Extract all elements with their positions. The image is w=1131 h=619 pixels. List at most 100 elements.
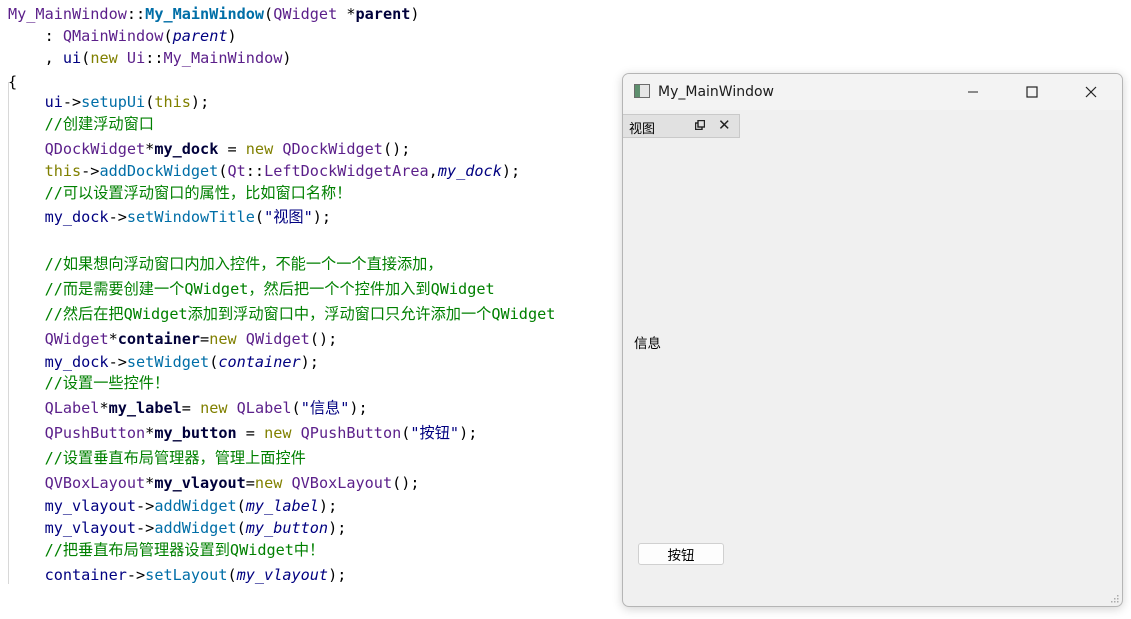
code-token: ); <box>190 93 210 111</box>
code-line: QLabel*my_label= new QLabel("信息"); <box>8 398 368 418</box>
code-token: my_label <box>245 497 319 515</box>
code-token: my_vlayout <box>236 566 329 584</box>
code-token: new <box>245 140 274 158</box>
code-token: my_dock <box>437 162 502 180</box>
code-line: : QMainWindow(parent) <box>8 26 237 46</box>
code-token: :: <box>145 49 164 67</box>
code-line: QWidget*container=new QWidget(); <box>8 329 338 349</box>
code-token: -> <box>108 208 127 226</box>
code-token: my_button <box>154 424 237 442</box>
close-button[interactable] <box>1062 74 1120 110</box>
code-token: my_button <box>245 519 329 537</box>
code-token: QPushButton <box>300 424 402 442</box>
code-token: ); <box>501 162 521 180</box>
code-token: ui <box>62 49 82 67</box>
code-token: ); <box>318 497 338 515</box>
code-token: //可以设置浮动窗口的属性，比如窗口名称！ <box>8 184 352 202</box>
code-token: ( <box>209 353 219 371</box>
code-token: ( <box>264 5 274 23</box>
code-token: //把垂直布局管理器设置到QWidget中！ <box>8 541 325 559</box>
code-token: = <box>181 399 201 417</box>
code-token: "信息" <box>300 399 350 417</box>
code-token: this <box>154 93 191 111</box>
code-token: -> <box>81 162 100 180</box>
code-token: new <box>254 474 283 492</box>
close-icon <box>1085 86 1097 98</box>
maximize-icon <box>1026 86 1038 98</box>
code-line: my_vlayout->addWidget(my_label); <box>8 496 338 516</box>
code-token: ); <box>328 566 347 584</box>
code-line: My_MainWindow::My_MainWindow(QWidget *pa… <box>8 4 420 24</box>
code-token: ( <box>81 49 91 67</box>
code-line: my_vlayout->addWidget(my_button); <box>8 518 347 538</box>
code-token: * <box>337 5 356 23</box>
code-line: ui->setupUi(this); <box>8 92 210 112</box>
title-bar[interactable]: My_MainWindow <box>623 74 1122 110</box>
code-token: :: <box>245 162 265 180</box>
app-window-icon <box>634 84 650 98</box>
maximize-button[interactable] <box>1003 74 1061 110</box>
code-token: (); <box>392 474 420 492</box>
push-button[interactable]: 按钮 <box>638 543 724 565</box>
code-token: addWidget <box>154 497 237 515</box>
code-token: Ui <box>126 49 146 67</box>
code-token: Qt <box>227 162 246 180</box>
code-token: (); <box>382 140 411 158</box>
code-line: container->setLayout(my_vlayout); <box>8 565 347 585</box>
resize-grip-icon[interactable] <box>1109 593 1119 603</box>
code-line: //创建浮动窗口 <box>8 114 154 134</box>
code-token: ); <box>300 353 319 371</box>
code-token: QVBoxLayout <box>291 474 393 492</box>
code-token: my_label <box>108 399 182 417</box>
code-token: addWidget <box>154 519 237 537</box>
code-token: //设置一些控件！ <box>8 374 170 392</box>
code-token: new <box>264 424 292 442</box>
dock-title: 视图 <box>629 122 656 137</box>
code-token: QDockWidget <box>282 140 383 158</box>
code-token: my_vlayout <box>8 497 137 515</box>
code-token: ); <box>328 519 347 537</box>
dock-title-bar[interactable]: 视图 ✕ <box>623 114 740 138</box>
code-token: ui <box>8 93 63 111</box>
code-token: ( <box>236 519 246 537</box>
dock-float-icon[interactable] <box>695 120 705 130</box>
code-token: ( <box>291 399 301 417</box>
code-token: setupUi <box>81 93 146 111</box>
code-token: :: <box>126 5 146 23</box>
code-token: * <box>99 399 109 417</box>
code-token: ); <box>312 208 332 226</box>
code-line: { <box>8 72 17 92</box>
code-token: parent <box>172 27 228 45</box>
code-token: new <box>209 330 237 348</box>
code-token: setLayout <box>145 566 228 584</box>
code-token: setWidget <box>126 353 210 371</box>
info-label: 信息 <box>634 336 661 352</box>
code-line: QVBoxLayout*my_vlayout=new QVBoxLayout()… <box>8 473 420 493</box>
minimize-icon <box>968 91 978 93</box>
qt-main-window[interactable]: My_MainWindow 视图 ✕ 信息 按钮 <box>622 73 1123 607</box>
code-token: -> <box>136 519 155 537</box>
code-line: //如果想向浮动窗口内加入控件，不能一个一个直接添加， <box>8 254 443 274</box>
code-token: QDockWidget <box>44 140 146 158</box>
code-line: QPushButton*my_button = new QPushButton(… <box>8 423 478 443</box>
code-token: //设置垂直布局管理器，管理上面控件 <box>8 449 306 467</box>
code-token: (); <box>309 330 338 348</box>
code-token: QLabel <box>44 399 100 417</box>
code-token: -> <box>108 353 127 371</box>
code-token: container <box>218 353 301 371</box>
code-token: ( <box>254 208 265 226</box>
code-token: ); <box>349 399 368 417</box>
code-token: { <box>8 73 18 91</box>
code-token: -> <box>136 497 155 515</box>
code-token: QLabel <box>236 399 292 417</box>
minimize-button[interactable] <box>944 74 1002 110</box>
dock-close-icon[interactable]: ✕ <box>718 116 731 134</box>
